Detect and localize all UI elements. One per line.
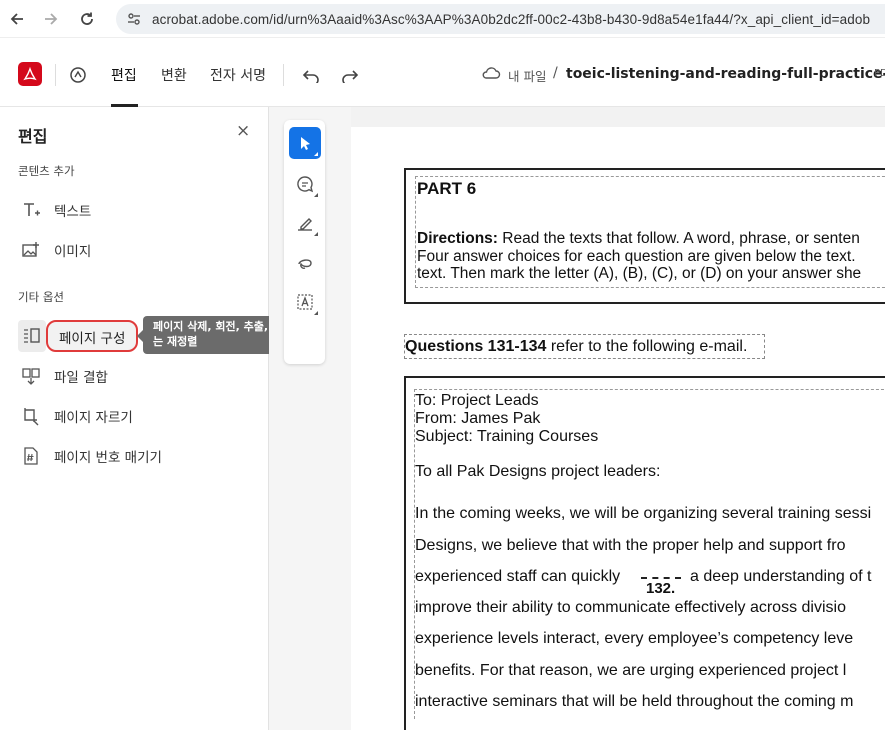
crop-pages-button[interactable]: 페이지 자르기 xyxy=(18,401,133,431)
combine-files-icon xyxy=(18,363,44,389)
acrobat-toolbar: 편집 변환 전자 서명 내 파일 / toeic-listening-and-r… xyxy=(0,38,885,107)
address-bar[interactable]: acrobat.adobe.com/id/urn%3Aaaid%3Asc%3AA… xyxy=(116,4,885,34)
browser-toolbar: acrobat.adobe.com/id/urn%3Aaaid%3Asc%3AA… xyxy=(0,0,885,38)
directions-line-1: Directions: Read the texts that follow. … xyxy=(417,230,860,248)
add-image-button[interactable]: 이미지 xyxy=(18,235,91,265)
tab-convert[interactable]: 변환 xyxy=(161,65,187,85)
email-body-line: experience levels interact, every employ… xyxy=(415,630,854,647)
email-from: From: James Pak xyxy=(415,410,541,427)
cloud-icon xyxy=(481,65,501,83)
breadcrumb-separator: / xyxy=(553,65,558,81)
directions-line-2: Four answer choices for each question ar… xyxy=(417,248,856,265)
tab-edit[interactable]: 편집 xyxy=(111,65,137,85)
organize-pages-button[interactable]: 페이지 구성 xyxy=(18,320,138,352)
text-box-icon[interactable] xyxy=(289,286,321,318)
quick-tools-bar xyxy=(284,120,325,364)
highlight-tool-corner xyxy=(314,232,318,236)
site-settings-icon[interactable] xyxy=(126,11,142,27)
add-image-icon xyxy=(18,237,44,263)
file-type-badge: PD xyxy=(874,68,885,79)
email-body-line: benefits. For that reason, we are urging… xyxy=(415,662,847,679)
add-content-section-label: 콘텐츠 추가 xyxy=(18,164,75,178)
text-tool-corner xyxy=(314,311,318,315)
other-options-section-label: 기타 옵션 xyxy=(18,290,64,304)
draw-freehand-icon[interactable] xyxy=(289,247,321,279)
crop-pages-icon xyxy=(18,403,44,429)
edit-panel: 편집 × 콘텐츠 추가 텍스트 이미지 기타 옵션 페이지 구성 페이지 삭제,… xyxy=(0,107,332,730)
add-image-label: 이미지 xyxy=(54,244,92,260)
select-tool-corner xyxy=(314,152,318,156)
comment-tool-icon[interactable] xyxy=(289,168,321,200)
forward-icon[interactable] xyxy=(34,0,68,38)
reload-icon[interactable] xyxy=(70,0,104,38)
email-body-line: experienced staff can quickly xyxy=(415,568,621,585)
email-greeting: To all Pak Designs project leaders: xyxy=(415,463,661,480)
directions-line-3: text. Then mark the letter (A), (B), (C)… xyxy=(417,265,862,282)
document-filename[interactable]: toeic-listening-and-reading-full-practic… xyxy=(566,66,885,82)
combine-files-label: 파일 결합 xyxy=(54,370,108,386)
email-body-line: interactive seminars that will be held t… xyxy=(415,693,854,710)
answer-blank xyxy=(641,577,681,579)
back-icon[interactable] xyxy=(0,0,34,38)
email-body-line: Designs, we believe that with the proper… xyxy=(415,537,846,554)
ai-assistant-icon[interactable] xyxy=(68,65,88,85)
email-subject: Subject: Training Courses xyxy=(415,428,599,445)
number-pages-label: 페이지 번호 매기기 xyxy=(54,450,162,466)
directions-label: Directions: xyxy=(417,230,498,247)
email-body-line: In the coming weeks, we will be organizi… xyxy=(415,505,872,522)
email-body-line-rest: a deep understanding of t xyxy=(690,568,872,585)
tab-e-sign[interactable]: 전자 서명 xyxy=(210,65,266,85)
organize-pages-label: 페이지 구성 xyxy=(59,331,126,347)
add-text-label: 텍스트 xyxy=(54,204,92,220)
part-heading: PART 6 xyxy=(417,179,477,198)
number-pages-button[interactable]: 페이지 번호 매기기 xyxy=(18,441,162,471)
combine-files-button[interactable]: 파일 결합 xyxy=(18,361,108,391)
url-text[interactable]: acrobat.adobe.com/id/urn%3Aaaid%3Asc%3AA… xyxy=(152,12,870,27)
questions-label: Questions 131-134 xyxy=(405,338,547,355)
close-panel-button[interactable]: × xyxy=(236,121,250,141)
add-text-button[interactable]: 텍스트 xyxy=(18,195,91,225)
questions-rest: refer to the following e-mail. xyxy=(546,338,748,355)
redo-icon[interactable] xyxy=(340,65,360,85)
number-pages-icon xyxy=(18,443,44,469)
add-text-icon xyxy=(18,197,44,223)
comment-tool-corner xyxy=(314,193,318,197)
undo-icon[interactable] xyxy=(301,65,321,85)
email-body-line: improve their ability to communicate eff… xyxy=(415,599,846,616)
email-to: To: Project Leads xyxy=(415,392,539,409)
organize-pages-icon xyxy=(22,326,42,350)
acrobat-logo-icon[interactable] xyxy=(18,62,42,86)
toolbar-divider xyxy=(55,64,56,86)
select-tool-icon[interactable] xyxy=(289,127,321,159)
blank-question-number: 132. xyxy=(646,580,676,597)
toolbar-divider xyxy=(283,64,284,86)
panel-title: 편집 xyxy=(18,127,48,146)
questions-line: Questions 131-134 refer to the following… xyxy=(405,338,747,356)
highlight-pen-icon[interactable] xyxy=(289,207,321,239)
directions-text-1: Read the texts that follow. A word, phra… xyxy=(497,230,860,247)
crop-pages-label: 페이지 자르기 xyxy=(54,410,133,426)
my-files-link[interactable]: 내 파일 xyxy=(508,66,546,85)
